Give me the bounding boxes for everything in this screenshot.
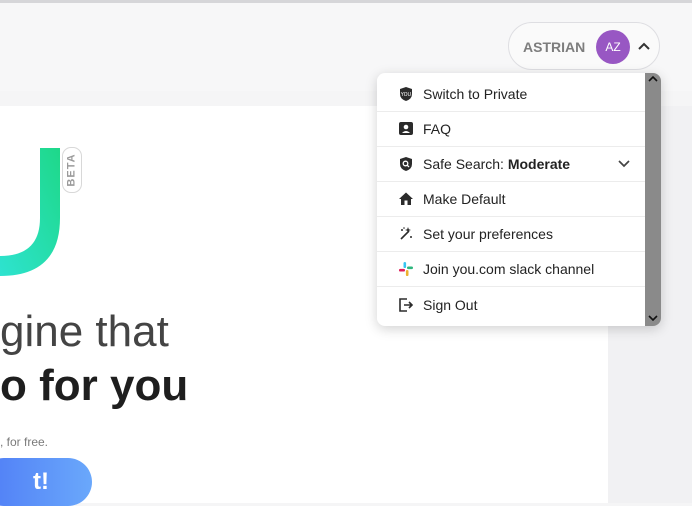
beta-label: BETA bbox=[66, 153, 79, 187]
menu-scrollbar[interactable] bbox=[645, 73, 661, 326]
menu-item-faq[interactable]: FAQ bbox=[377, 112, 645, 147]
menu-item-label: Sign Out bbox=[423, 296, 478, 313]
menu-item-make-default[interactable]: Make Default bbox=[377, 182, 645, 217]
account-menu-toggle[interactable]: ASTRIAN AZ bbox=[508, 22, 660, 70]
home-icon bbox=[398, 191, 414, 207]
hero-heading-line1: gine that bbox=[0, 307, 169, 356]
sign-out-icon bbox=[398, 297, 414, 313]
menu-item-preferences[interactable]: Set your preferences bbox=[377, 217, 645, 252]
you-shield-icon: YOU bbox=[398, 86, 414, 102]
safe-search-value: Moderate bbox=[507, 156, 571, 172]
hero-subtext: , for free. bbox=[0, 435, 49, 449]
menu-item-switch-private[interactable]: YOU Switch to Private bbox=[377, 77, 645, 112]
menu-item-slack[interactable]: Join you.com slack channel bbox=[377, 252, 645, 287]
cta-button[interactable]: t! bbox=[0, 458, 92, 506]
menu-item-label: Safe Search: bbox=[423, 156, 508, 172]
menu-item-label: Switch to Private bbox=[423, 86, 528, 102]
menu-item-sign-out[interactable]: Sign Out bbox=[377, 287, 645, 322]
account-name: ASTRIAN bbox=[523, 39, 586, 55]
menu-item-safe-search[interactable]: Safe Search: Moderate bbox=[377, 147, 645, 182]
cta-label: t! bbox=[33, 468, 49, 495]
sparkles-icon bbox=[398, 226, 414, 242]
account-dropdown-menu: YOU Switch to Private FAQ Safe Search: M… bbox=[377, 73, 661, 326]
scroll-up-arrow-icon[interactable] bbox=[648, 75, 658, 83]
menu-item-label: Join you.com slack channel bbox=[423, 261, 595, 277]
menu-item-label: FAQ bbox=[423, 121, 452, 137]
beta-badge: BETA bbox=[62, 147, 82, 193]
menu-item-label: Make Default bbox=[423, 191, 506, 207]
svg-text:YOU: YOU bbox=[400, 92, 412, 98]
chevron-up-icon bbox=[638, 42, 650, 50]
slack-icon bbox=[398, 261, 414, 277]
avatar: AZ bbox=[596, 30, 630, 64]
safe-search-shield-icon bbox=[398, 156, 414, 172]
you-logo bbox=[0, 148, 60, 276]
avatar-initials: AZ bbox=[605, 40, 621, 54]
hero-heading-line2: o for you bbox=[0, 361, 189, 410]
chevron-down-icon bbox=[618, 160, 630, 168]
faq-icon bbox=[398, 121, 414, 137]
menu-item-label: Set your preferences bbox=[423, 226, 553, 242]
scroll-down-arrow-icon[interactable] bbox=[648, 314, 658, 322]
